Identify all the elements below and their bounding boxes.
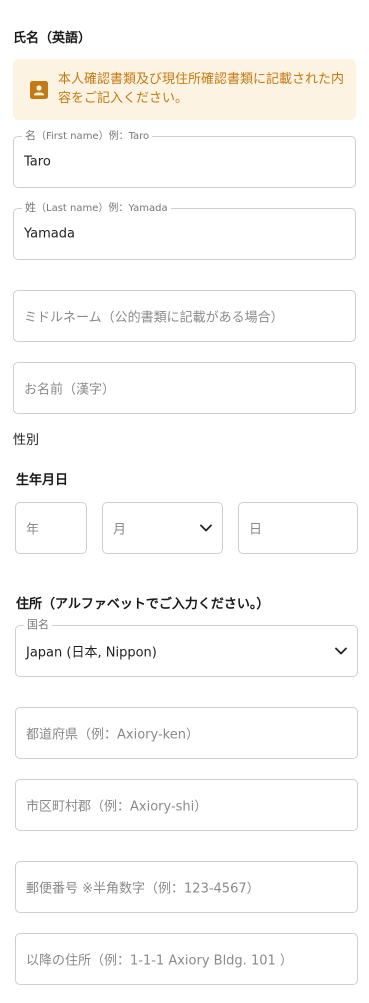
kanji-name-field[interactable]: お名前（漢字） (13, 362, 356, 414)
birth-year-input[interactable]: 年 (15, 502, 87, 554)
prefecture-placeholder: 都道府県（例：Axiory-ken） (26, 727, 199, 743)
city-field[interactable]: 市区町村郡（例：Axiory-shi） (15, 779, 358, 831)
last-name-legend: 姓（Last name）例：Yamada (22, 201, 171, 216)
chevron-down-icon (335, 647, 347, 655)
prefecture-field[interactable]: 都道府県（例：Axiory-ken） (15, 707, 358, 759)
kanji-name-placeholder: お名前（漢字） (24, 382, 116, 398)
contact-card-icon (30, 81, 48, 99)
first-name-legend: 名（First name）例：Taro (22, 129, 153, 144)
city-placeholder: 市区町村郡（例：Axiory-shi） (26, 799, 208, 815)
street-address-field[interactable]: 以降の住所（例：1-1-1 Axiory Bldg. 101 ） (15, 933, 358, 985)
country-select[interactable]: 国名 Japan (日本, Nippon) (15, 618, 358, 677)
postal-code-field[interactable]: 郵便番号 ※半角数字（例：123-4567） (15, 861, 358, 913)
dob-section-title: 生年月日 (16, 473, 69, 488)
chevron-down-icon (200, 524, 212, 532)
gender-label: 性別 (13, 433, 40, 448)
notice-box: 本人確認書類及び現住所確認書類に記載された内容をご記入ください。 (13, 59, 356, 120)
last-name-label: 姓 (25, 201, 36, 214)
middle-name-placeholder: ミドルネーム（公的書類に記載がある場合） (24, 310, 284, 326)
postal-code-placeholder: 郵便番号 ※半角数字（例：123-4567） (26, 881, 260, 897)
birth-month-select[interactable]: 月 (102, 502, 223, 554)
first-name-field[interactable]: 名（First name）例：Taro Taro (13, 129, 356, 188)
street-address-placeholder: 以降の住所（例：1-1-1 Axiory Bldg. 101 ） (26, 953, 293, 969)
name-section-title: 氏名（英語） (13, 31, 92, 46)
last-name-hint: （Last name）例：Yamada (36, 203, 168, 214)
first-name-value: Taro (24, 154, 51, 170)
country-value: Japan (日本, Nippon) (26, 645, 157, 661)
middle-name-field[interactable]: ミドルネーム（公的書類に記載がある場合） (13, 290, 356, 342)
birth-month-placeholder: 月 (113, 522, 127, 538)
first-name-label: 名 (25, 129, 36, 142)
country-legend: 国名 (24, 618, 52, 632)
birth-year-placeholder: 年 (26, 522, 40, 538)
first-name-hint: （First name）例：Taro (36, 131, 150, 142)
last-name-field[interactable]: 姓（Last name）例：Yamada Yamada (13, 201, 356, 260)
birth-day-placeholder: 日 (249, 522, 263, 538)
last-name-value: Yamada (24, 226, 75, 242)
address-section-title: 住所（アルファベットでご入力ください。） (16, 597, 270, 612)
birth-day-input[interactable]: 日 (238, 502, 358, 554)
notice-text: 本人確認書類及び現住所確認書類に記載された内容をご記入ください。 (58, 72, 345, 106)
